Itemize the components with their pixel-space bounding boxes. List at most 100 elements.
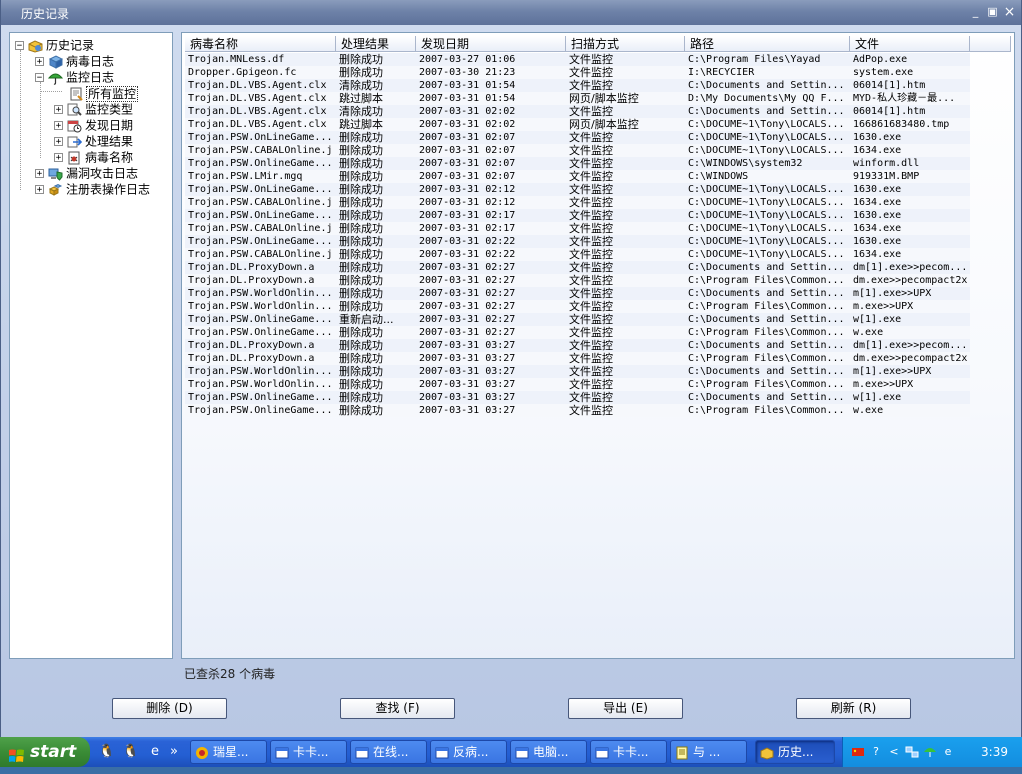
virus-log-icon: [48, 54, 63, 69]
delete-button[interactable]: 删除 (D): [112, 698, 227, 719]
taskbar-item[interactable]: 反病...: [430, 740, 507, 764]
table-row[interactable]: Trojan.PSW.WorldOnlin... 删除成功 2007-03-31 0…: [185, 378, 970, 391]
taskbar-item[interactable]: 瑞星...: [190, 740, 267, 764]
column-header-result[interactable]: 处理结果: [336, 36, 416, 52]
expand-icon[interactable]: +: [35, 169, 44, 179]
cell-scan-mode: 文件监控: [569, 196, 613, 209]
table-row[interactable]: Dropper.Gpigeon.fc 删除成功 2007-03-30 21:23 文件…: [185, 66, 970, 79]
quicklaunch-more-icon[interactable]: »: [168, 743, 180, 761]
table-row[interactable]: Trojan.PSW.WorldOnlin... 删除成功 2007-03-31 0…: [185, 365, 970, 378]
table-row[interactable]: Trojan.PSW.CABALOnline.j 删除成功 2007-03-31 0…: [185, 196, 970, 209]
table-row[interactable]: Trojan.PSW.OnLineGame... 删除成功 2007-03-31 0…: [185, 183, 970, 196]
close-button[interactable]: ×: [1002, 5, 1017, 19]
tree-node-virus-log[interactable]: + 病毒日志: [35, 53, 114, 69]
cell-result: 删除成功: [339, 274, 383, 287]
internet-explorer-icon[interactable]: e: [146, 743, 164, 761]
table-row[interactable]: Trojan.PSW.LMir.mgq 删除成功 2007-03-31 02:07 文…: [185, 170, 970, 183]
column-header-path[interactable]: 路径: [685, 36, 850, 52]
history-list[interactable]: 病毒名称 处理结果 发现日期 扫描方式 路径 文件 Trojan.MNLess.…: [181, 32, 1015, 659]
tree-node-root[interactable]: − 历史记录: [15, 37, 94, 53]
column-header-file[interactable]: 文件: [850, 36, 970, 52]
find-button[interactable]: 查找 (F): [340, 698, 455, 719]
refresh-button[interactable]: 刷新 (R): [796, 698, 911, 719]
cell-path: C:\DOCUME~1\Tony\LOCALS...: [688, 223, 845, 234]
table-row[interactable]: Trojan.PSW.OnlineGame... 删除成功 2007-03-31 0…: [185, 391, 970, 404]
qq-penguin-icon[interactable]: 🐧: [98, 743, 116, 761]
table-row[interactable]: Trojan.PSW.OnlineGame... 删除成功 2007-03-31 0…: [185, 404, 970, 417]
log-tree[interactable]: − 历史记录 + 病毒日志 − 监控日志 所有监控 + 监控类型 + 发现日期 + 处理结果…: [9, 32, 173, 659]
start-button[interactable]: start: [0, 737, 90, 767]
table-row[interactable]: Trojan.PSW.OnLineGame... 删除成功 2007-03-31 0…: [185, 209, 970, 222]
table-row[interactable]: Trojan.PSW.WorldOnlin... 删除成功 2007-03-31 0…: [185, 287, 970, 300]
cell-virus-name: Trojan.DL.VBS.Agent.clx: [188, 80, 327, 91]
table-row[interactable]: Trojan.DL.ProxyDown.a 删除成功 2007-03-31 02:2…: [185, 261, 970, 274]
tray-expand-icon[interactable]: <: [887, 745, 901, 759]
cell-date: 2007-03-31 03:27: [419, 379, 516, 390]
cell-date: 2007-03-31 02:27: [419, 327, 516, 338]
expand-icon[interactable]: +: [35, 185, 44, 195]
tree-node-virus-name[interactable]: + 病毒名称: [54, 149, 133, 165]
cell-virus-name: Trojan.DL.ProxyDown.a: [188, 353, 315, 364]
expand-icon[interactable]: +: [54, 153, 63, 163]
cell-result: 删除成功: [339, 300, 383, 313]
cell-path: C:\Program Files\Common...: [688, 301, 845, 312]
column-header-virus-name[interactable]: 病毒名称: [185, 36, 336, 52]
tree-node-registry-log[interactable]: + 注册表操作日志: [35, 181, 150, 197]
status-text: 已查杀28 个病毒: [184, 667, 276, 681]
cell-virus-name: Trojan.DL.ProxyDown.a: [188, 275, 315, 286]
expand-icon[interactable]: +: [54, 137, 63, 147]
expand-icon[interactable]: +: [35, 57, 44, 67]
column-header-filler: [970, 36, 1011, 52]
title-bar[interactable]: 历史记录 _ ▣ ×: [1, 0, 1021, 25]
network-icon[interactable]: [905, 745, 919, 759]
tree-node-monitor-type[interactable]: + 监控类型: [54, 101, 133, 117]
cell-scan-mode: 文件监控: [569, 222, 613, 235]
cell-path: C:\Documents and Settin...: [688, 314, 845, 325]
help-icon[interactable]: ?: [869, 745, 883, 759]
table-row[interactable]: Trojan.PSW.OnlineGame... 删除成功 2007-03-31 0…: [185, 157, 970, 170]
table-row[interactable]: Trojan.PSW.OnLineGame... 删除成功 2007-03-31 0…: [185, 131, 970, 144]
taskbar-item[interactable]: 卡卡...: [590, 740, 667, 764]
taskbar-item[interactable]: 在线...: [350, 740, 427, 764]
internet-explorer-icon[interactable]: e: [941, 745, 955, 759]
table-row[interactable]: Trojan.DL.VBS.Agent.clx 清除成功 2007-03-31 02…: [185, 105, 970, 118]
table-row[interactable]: Trojan.PSW.OnLineGame... 删除成功 2007-03-31 0…: [185, 235, 970, 248]
language-flag-icon[interactable]: [851, 745, 865, 759]
table-row[interactable]: Trojan.PSW.CABALOnline.j 删除成功 2007-03-31 0…: [185, 222, 970, 235]
tree-node-all-monitors[interactable]: 所有监控: [69, 85, 139, 102]
table-row[interactable]: Trojan.DL.VBS.Agent.clx 跳过脚本 2007-03-31 01…: [185, 92, 970, 105]
table-row[interactable]: Trojan.PSW.CABALOnline.j 删除成功 2007-03-31 0…: [185, 144, 970, 157]
table-row[interactable]: Trojan.PSW.OnlineGame... 删除成功 2007-03-31 0…: [185, 326, 970, 339]
table-row[interactable]: Trojan.DL.VBS.Agent.clx 清除成功 2007-03-31 01…: [185, 79, 970, 92]
qq-penguin-icon-2[interactable]: 🐧: [122, 743, 140, 761]
taskbar-item-label: 卡卡...: [613, 745, 649, 759]
collapse-icon[interactable]: −: [15, 41, 24, 51]
column-header-scan-mode[interactable]: 扫描方式: [566, 36, 685, 52]
cell-file: m[1].exe>>UPX: [853, 366, 932, 377]
taskbar-item[interactable]: 卡卡...: [270, 740, 347, 764]
maximize-button[interactable]: ▣: [985, 5, 1000, 19]
table-row[interactable]: Trojan.DL.ProxyDown.a 删除成功 2007-03-31 02:2…: [185, 274, 970, 287]
tree-node-result[interactable]: + 处理结果: [54, 133, 133, 149]
collapse-icon[interactable]: −: [35, 73, 44, 83]
taskbar-item[interactable]: 电脑...: [510, 740, 587, 764]
table-row[interactable]: Trojan.DL.VBS.Agent.clx 跳过脚本 2007-03-31 02…: [185, 118, 970, 131]
umbrella-icon[interactable]: [923, 745, 937, 759]
expand-icon[interactable]: +: [54, 121, 63, 131]
tree-node-exploit-log[interactable]: + 漏洞攻击日志: [35, 165, 138, 181]
column-header-date[interactable]: 发现日期: [416, 36, 566, 52]
tree-node-found-date[interactable]: + 发现日期: [54, 117, 133, 133]
tree-node-monitor-log[interactable]: − 监控日志: [35, 69, 114, 85]
table-row[interactable]: Trojan.PSW.OnlineGame... 重新启动... 2007-03-3…: [185, 313, 970, 326]
export-button[interactable]: 导出 (E): [568, 698, 683, 719]
table-row[interactable]: Trojan.DL.ProxyDown.a 删除成功 2007-03-31 03:2…: [185, 339, 970, 352]
minimize-button[interactable]: _: [968, 5, 983, 19]
table-row[interactable]: Trojan.DL.ProxyDown.a 删除成功 2007-03-31 03:2…: [185, 352, 970, 365]
table-row[interactable]: Trojan.PSW.CABALOnline.j 删除成功 2007-03-31 0…: [185, 248, 970, 261]
table-row[interactable]: Trojan.PSW.WorldOnlin... 删除成功 2007-03-31 0…: [185, 300, 970, 313]
tree-label: 监控类型: [85, 102, 134, 117]
taskbar-item[interactable]: 与 ...: [670, 740, 747, 764]
expand-icon[interactable]: +: [54, 105, 63, 115]
taskbar-item-active[interactable]: 历史...: [755, 740, 835, 764]
table-row[interactable]: Trojan.MNLess.df 删除成功 2007-03-27 01:06 文件监控…: [185, 53, 970, 66]
